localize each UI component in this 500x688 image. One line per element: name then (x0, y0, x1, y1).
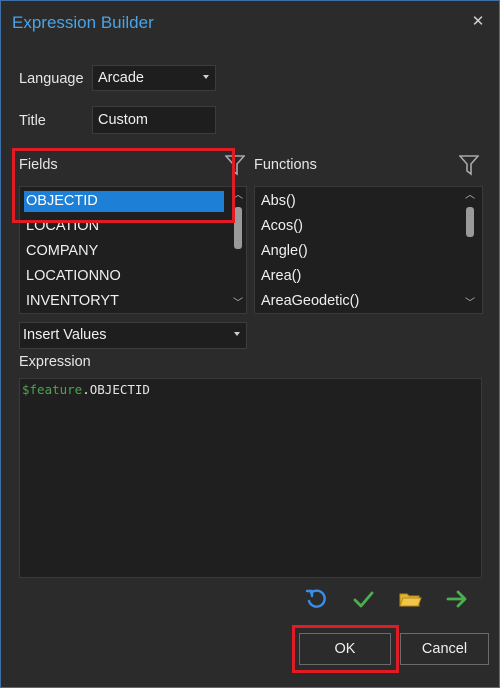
scroll-up-icon[interactable]: ︿ (463, 189, 477, 203)
list-item[interactable]: AreaGeodetic() (259, 291, 359, 312)
list-item[interactable]: COMPANY (24, 241, 98, 262)
scroll-down-icon[interactable]: ﹀ (463, 297, 477, 311)
list-item[interactable]: INVENTORYT (24, 291, 119, 312)
language-select-value: Arcade (98, 70, 144, 86)
dialog-title: Expression Builder (12, 13, 154, 32)
list-item[interactable]: Angle() (259, 241, 308, 262)
language-label: Language (19, 71, 84, 87)
title-input-value: Custom (98, 112, 148, 128)
functions-filter-icon[interactable] (459, 154, 479, 176)
scrollbar-thumb[interactable] (234, 207, 242, 249)
list-item[interactable]: Area() (259, 266, 301, 287)
arrow-right-icon[interactable] (445, 587, 469, 611)
check-icon[interactable] (351, 587, 375, 611)
expression-builder-dialog: Expression Builder ✕ Language Arcade Tit… (0, 0, 500, 688)
list-item[interactable]: Acos() (259, 216, 303, 237)
undo-icon[interactable] (304, 587, 328, 611)
fields-highlight-outline (12, 148, 235, 223)
expression-editor[interactable]: $feature.OBJECTID (19, 378, 482, 578)
code-keyword: $feature (22, 382, 83, 397)
list-item[interactable]: Abs() (259, 191, 296, 212)
cancel-button[interactable]: Cancel (400, 633, 489, 665)
chevron-down-icon (203, 75, 209, 79)
folder-icon[interactable] (398, 587, 422, 611)
scrollbar-thumb[interactable] (466, 207, 474, 237)
code-rest: .OBJECTID (82, 382, 150, 397)
title-label: Title (19, 113, 46, 129)
functions-scrollbar[interactable]: ︿ ﹀ (463, 187, 477, 313)
functions-list[interactable]: Abs() Acos() Angle() Area() AreaGeodetic… (254, 186, 483, 314)
insert-values-select[interactable]: Insert Values (19, 322, 247, 349)
scroll-down-icon[interactable]: ﹀ (231, 297, 245, 311)
close-button[interactable]: ✕ (465, 11, 491, 33)
functions-label: Functions (254, 157, 317, 173)
close-icon: ✕ (471, 13, 485, 30)
expression-code: $feature.OBJECTID (22, 382, 150, 397)
title-bar: Expression Builder ✕ (1, 1, 499, 45)
title-input[interactable]: Custom (92, 106, 216, 134)
insert-values-value: Insert Values (23, 327, 107, 343)
expression-label: Expression (19, 354, 91, 370)
ok-highlight-outline (292, 625, 399, 673)
list-item[interactable]: LOCATIONNO (24, 266, 121, 287)
chevron-down-icon (234, 332, 240, 336)
language-select[interactable]: Arcade (92, 65, 216, 91)
